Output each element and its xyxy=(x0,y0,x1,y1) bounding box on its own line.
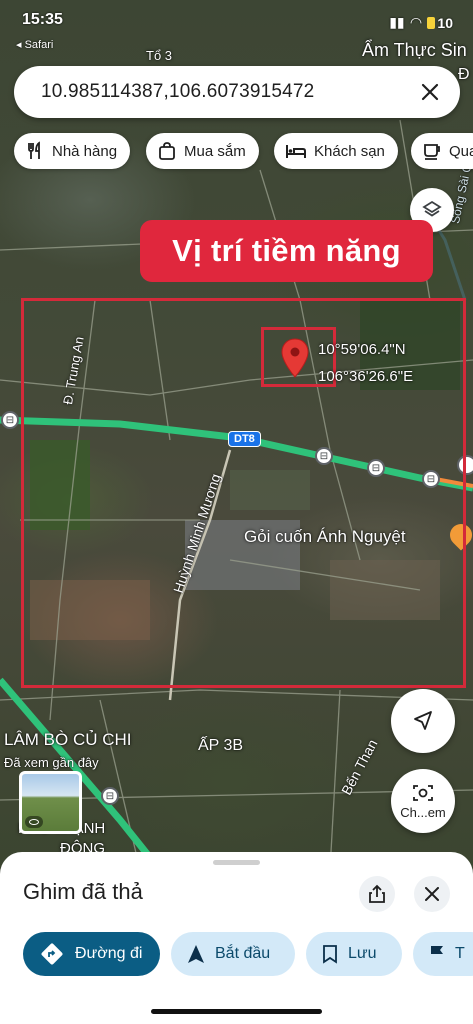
hotel-bed-icon xyxy=(286,145,306,158)
flag-label: T xyxy=(455,945,465,962)
dropped-pin-icon[interactable] xyxy=(281,338,309,383)
bus-stop-icon[interactable]: ⊟ xyxy=(101,787,119,805)
lens-label: Ch...em xyxy=(400,804,446,820)
search-bar[interactable]: 10.985114387,106.6073915472 xyxy=(14,66,460,118)
share-icon xyxy=(369,884,385,903)
start-label: Bắt đầu xyxy=(215,945,271,962)
navigation-start-icon xyxy=(188,945,204,963)
flag-icon xyxy=(431,946,443,963)
share-button[interactable] xyxy=(359,876,395,912)
coffee-cup-icon xyxy=(424,144,440,160)
search-input[interactable]: 10.985114387,106.6073915472 xyxy=(41,81,314,103)
sheet-drag-handle[interactable] xyxy=(213,860,260,865)
close-icon xyxy=(421,83,439,101)
poi-label-am-thuc[interactable]: Ẩm Thực Sin xyxy=(362,40,467,61)
home-indicator[interactable] xyxy=(151,1009,322,1014)
area-label-ap-3b: ẤP 3B xyxy=(198,737,244,754)
chip-label: Nhà hàng xyxy=(52,142,118,160)
shopping-bag-icon xyxy=(159,142,175,160)
bookmark-icon xyxy=(323,945,337,964)
layers-icon xyxy=(422,200,442,217)
clear-search-button[interactable] xyxy=(414,76,446,108)
flag-button[interactable]: T xyxy=(413,932,473,976)
navigation-arrow-icon xyxy=(414,711,432,730)
area-label-to-3: Tổ 3 xyxy=(146,48,173,63)
back-to-safari-link[interactable]: ◂ Safari xyxy=(16,38,53,51)
chip-label: Qua xyxy=(449,142,473,160)
rotate-360-icon xyxy=(25,816,43,828)
battery-icon: 10 xyxy=(427,15,453,31)
close-icon xyxy=(425,887,439,901)
my-location-button[interactable] xyxy=(391,689,455,753)
directions-label: Đường đi xyxy=(75,945,143,962)
battery-level: 10 xyxy=(437,14,453,31)
camera-search-icon xyxy=(413,784,433,801)
chip-label: Mua sắm xyxy=(184,142,246,160)
poi-label-lam-bo-sub: Đã xem gần đây xyxy=(4,755,99,770)
chip-restaurants[interactable]: Nhà hàng xyxy=(14,133,131,169)
bus-stop-icon[interactable]: ⊟ xyxy=(1,411,19,429)
chip-label: Khách sạn xyxy=(314,142,385,160)
status-icons: ▮▮ ◠ 10 xyxy=(389,14,453,31)
directions-icon xyxy=(41,943,63,965)
street-view-thumbnail[interactable] xyxy=(19,771,82,834)
sheet-title: Ghim đã thả xyxy=(23,879,143,904)
potential-location-banner: Vị trí tiềm năng xyxy=(140,220,433,282)
chip-shopping[interactable]: Mua sắm xyxy=(146,133,259,169)
start-button[interactable]: Bắt đầu xyxy=(171,932,295,976)
save-label: Lưu xyxy=(348,945,377,962)
chip-cafe[interactable]: Qua xyxy=(411,133,473,169)
poi-label-top-right: Đ xyxy=(458,66,470,83)
directions-button[interactable]: Đường đi xyxy=(23,932,160,976)
close-sheet-button[interactable] xyxy=(414,876,450,912)
latitude-label: 10°59'06.4"N xyxy=(318,341,406,358)
save-button[interactable]: Lưu xyxy=(306,932,402,976)
poi-label-lam-bo[interactable]: LÂM BÒ CỦ CHI xyxy=(4,730,132,750)
status-time: 15:35 xyxy=(22,11,63,28)
longitude-label: 106°36'26.6"E xyxy=(318,368,414,385)
place-bottom-sheet[interactable]: Ghim đã thả Đường đi Bắt đầu Lưu T xyxy=(0,852,473,1024)
chip-hotels[interactable]: Khách sạn xyxy=(274,133,398,169)
signal-icon: ▮▮ xyxy=(389,14,405,30)
lens-search-button[interactable]: Ch...em xyxy=(391,769,455,833)
restaurant-icon xyxy=(28,141,40,159)
wifi-icon: ◠ xyxy=(410,14,422,30)
